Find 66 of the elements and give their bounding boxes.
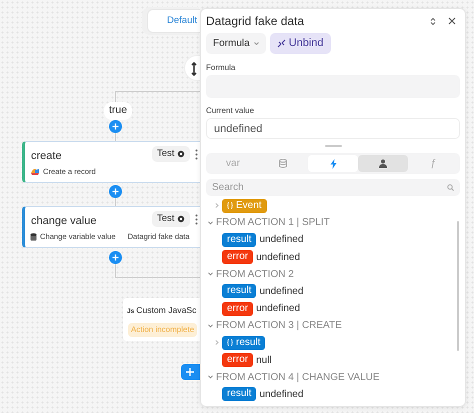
branch-label: true: [104, 102, 132, 120]
tab[interactable]: [358, 155, 408, 172]
card-title: Custom JavaSc: [136, 304, 196, 317]
database-icon: [279, 159, 287, 168]
variable-value: undefined: [259, 284, 304, 299]
record-icon: [30, 167, 40, 176]
scrollbar[interactable]: [457, 221, 459, 351]
database-icon: [30, 232, 37, 241]
unlink-icon: [276, 39, 286, 48]
resize-handle[interactable]: [324, 145, 342, 147]
chevron-down-icon[interactable]: [208, 272, 213, 276]
add-step-icon[interactable]: [109, 120, 122, 133]
add-step-icon[interactable]: [109, 185, 122, 198]
gear-icon: [177, 150, 186, 158]
card-title: change value: [31, 214, 96, 229]
variable-value: null: [256, 354, 272, 368]
group-heading: FROM ACTION 2: [216, 268, 294, 282]
add-step-icon[interactable]: [109, 251, 122, 264]
expand-icon[interactable]: [430, 16, 436, 26]
connector-line: [114, 133, 117, 141]
group-heading: FROM ACTION 4 | CHANGE VALUE: [216, 370, 380, 385]
gear-icon: [177, 215, 186, 224]
search-icon: [447, 184, 454, 191]
field-label: Formula: [206, 63, 236, 73]
chevron-right-icon[interactable]: [215, 203, 219, 208]
chevron-right-icon[interactable]: [215, 340, 219, 346]
variable-value: undefined: [259, 388, 304, 402]
panel-title: Datagrid fake data: [206, 13, 306, 30]
mode-dropdown[interactable]: Formula: [206, 33, 266, 54]
tab[interactable]: ƒ: [408, 155, 458, 172]
group-heading: FROM ACTION 1 | SPLIT: [216, 216, 330, 230]
braces-icon: [227, 339, 233, 346]
status-tag: Action incomplete: [128, 323, 198, 337]
connector-line: [114, 198, 117, 206]
person-icon: [379, 159, 387, 168]
braces-icon: [227, 202, 233, 210]
chevron-down-icon[interactable]: [208, 324, 213, 328]
chevron-down-icon[interactable]: [208, 220, 213, 225]
chevron-down-icon: [254, 42, 259, 45]
chevron-down-icon[interactable]: [208, 375, 213, 380]
plus-icon: [186, 368, 194, 376]
variable-badge[interactable]: result: [222, 387, 256, 402]
variable-badge[interactable]: error: [222, 302, 254, 316]
add-action-button[interactable]: [181, 364, 200, 380]
lightning-icon: [330, 158, 336, 168]
variable-value: undefined: [259, 233, 304, 248]
test-button[interactable]: Test: [152, 146, 190, 162]
variable-badge[interactable]: Event: [222, 198, 267, 213]
variable-badge[interactable]: result: [222, 232, 256, 247]
search-field[interactable]: Search: [206, 179, 460, 196]
value-field[interactable]: undefined: [206, 118, 460, 139]
close-icon[interactable]: [448, 17, 456, 25]
test-button[interactable]: Test: [152, 211, 190, 228]
group-heading: FROM ACTION 3 | CREATE: [216, 319, 342, 334]
card-title: create: [31, 149, 62, 164]
field-label: Current value: [206, 106, 256, 116]
more-icon[interactable]: [195, 214, 198, 225]
variable-value: undefined: [256, 302, 300, 316]
variable-badge[interactable]: error: [222, 353, 254, 368]
tab[interactable]: var: [208, 155, 258, 172]
variable-badge[interactable]: result: [222, 336, 266, 350]
unbind-button[interactable]: Unbind: [270, 33, 331, 54]
variable-badge[interactable]: error: [222, 250, 254, 264]
more-icon[interactable]: [195, 149, 198, 160]
variable-badge[interactable]: result: [222, 284, 256, 298]
variable-value: undefined: [256, 250, 300, 265]
